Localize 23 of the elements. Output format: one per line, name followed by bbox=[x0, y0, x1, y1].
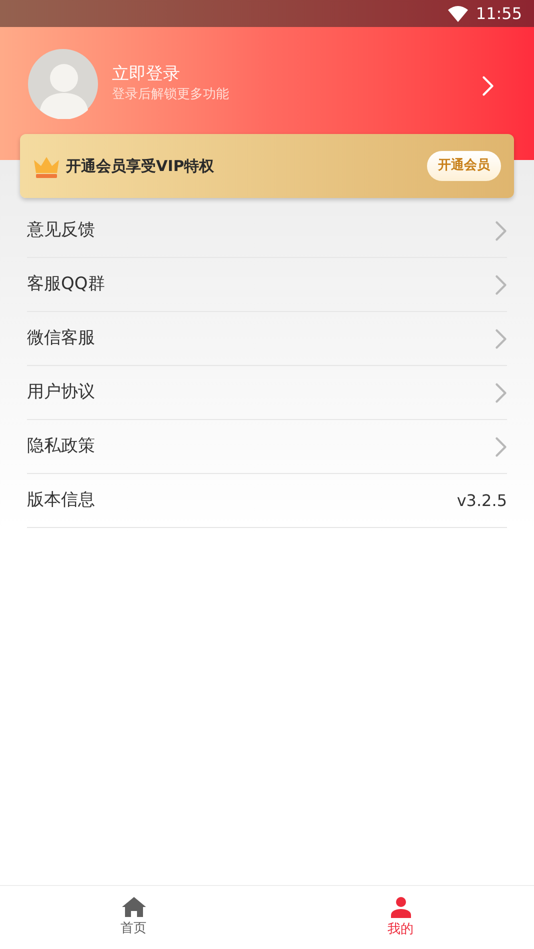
version-value: v3.2.5 bbox=[456, 490, 507, 512]
menu-item[interactable]: 版本信息 v3.2.5 bbox=[27, 474, 507, 528]
login-subtitle: 登录后解锁更多功能 bbox=[112, 86, 229, 104]
home-icon bbox=[122, 896, 146, 917]
chevron-right-icon bbox=[495, 380, 507, 404]
menu-item[interactable]: 微信客服 bbox=[27, 312, 507, 366]
chevron-right-icon bbox=[495, 434, 507, 458]
tab-button[interactable]: 首页 bbox=[0, 886, 267, 949]
chevron-right-icon bbox=[482, 75, 494, 97]
chevron-right-icon bbox=[495, 218, 507, 242]
wifi-icon bbox=[448, 6, 468, 22]
login-title: 立即登录 bbox=[112, 63, 181, 85]
vip-banner[interactable]: 开通会员享受VIP特权 开通会员 bbox=[20, 134, 514, 198]
avatar-icon bbox=[28, 49, 98, 119]
menu-item[interactable]: 隐私政策 bbox=[27, 420, 507, 474]
menu-item[interactable]: 客服QQ群 bbox=[27, 258, 507, 312]
tab-button[interactable]: 我的 bbox=[267, 886, 534, 949]
menu-item[interactable]: 用户协议 bbox=[27, 366, 507, 420]
chevron-right-icon bbox=[495, 326, 507, 350]
person-icon bbox=[390, 896, 412, 918]
status-time: 11:55 bbox=[476, 2, 522, 24]
menu-item[interactable]: 意见反馈 bbox=[27, 204, 507, 258]
chevron-right-icon bbox=[495, 272, 507, 296]
